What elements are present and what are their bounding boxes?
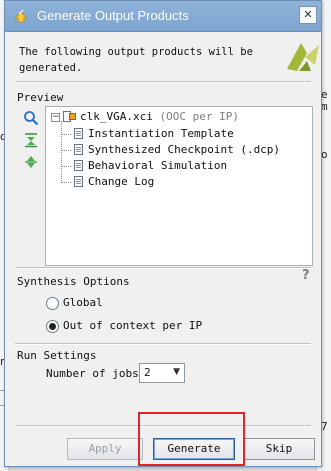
- close-button[interactable]: ✕: [299, 6, 317, 24]
- separator: [15, 81, 311, 83]
- apply-button[interactable]: Apply: [67, 438, 143, 460]
- tree-item[interactable]: Instantiation Template: [74, 127, 234, 140]
- vivado-logo-icon: [287, 43, 319, 71]
- tree-root-name: clk_VGA.xci: [80, 110, 153, 123]
- app-icon: [14, 9, 28, 23]
- tree-item-label: Synthesized Checkpoint (.dcp): [88, 143, 281, 156]
- skip-button[interactable]: Skip: [243, 438, 315, 460]
- tree-connector: [61, 166, 71, 167]
- help-icon[interactable]: ?: [302, 268, 310, 283]
- tree-item[interactable]: Change Log: [74, 175, 154, 188]
- highlight-box: [138, 412, 245, 466]
- document-icon: [74, 160, 83, 171]
- tree-item[interactable]: Synthesized Checkpoint (.dcp): [74, 143, 280, 156]
- jobs-value: 2: [144, 366, 151, 379]
- description-text: The following output products will be ge…: [19, 46, 253, 74]
- generate-output-products-dialog: Generate Output Products ✕ The following…: [4, 0, 322, 467]
- chevron-down-icon: ▼: [173, 367, 180, 377]
- synthesis-options-label: Synthesis Options: [17, 275, 130, 288]
- document-icon: [74, 128, 83, 139]
- radio-global[interactable]: [46, 297, 59, 310]
- tree-root-row[interactable]: clk_VGA.xci (OOC per IP): [63, 110, 239, 123]
- jobs-select[interactable]: 2 ▼: [139, 363, 185, 383]
- tree-item-label: Instantiation Template: [88, 127, 234, 140]
- tree-connector: [61, 182, 71, 183]
- radio-out-of-context[interactable]: [46, 320, 59, 333]
- radio-global-label[interactable]: Global: [63, 296, 103, 309]
- preview-label: Preview: [17, 91, 64, 104]
- collapse-all-icon[interactable]: [23, 132, 39, 148]
- ip-file-icon: [63, 111, 77, 122]
- window-title: Generate Output Products: [37, 8, 189, 23]
- tree-item-label: Behavioral Simulation: [88, 159, 228, 172]
- expand-all-icon[interactable]: [23, 154, 39, 170]
- tree-item[interactable]: Behavioral Simulation: [74, 159, 227, 172]
- jobs-label: Number of jobs:: [46, 367, 146, 380]
- tree-item-label: Change Log: [88, 175, 155, 188]
- separator: [15, 267, 311, 269]
- radio-out-of-context-label[interactable]: Out of context per IP: [63, 319, 202, 332]
- document-icon: [74, 144, 83, 155]
- search-icon[interactable]: [23, 110, 39, 126]
- title-bar[interactable]: Generate Output Products ✕: [5, 1, 321, 32]
- tree-connector: [61, 121, 62, 183]
- preview-tree[interactable]: − clk_VGA.xci (OOC per IP) Instantiation…: [45, 106, 313, 266]
- separator: [15, 343, 311, 345]
- document-icon: [74, 176, 83, 187]
- run-settings-label: Run Settings: [17, 349, 97, 362]
- tree-connector: [61, 150, 71, 151]
- tree-connector: [61, 134, 71, 135]
- tree-collapse-toggle[interactable]: −: [51, 113, 60, 122]
- tree-root-note: (OOC per IP): [159, 110, 239, 123]
